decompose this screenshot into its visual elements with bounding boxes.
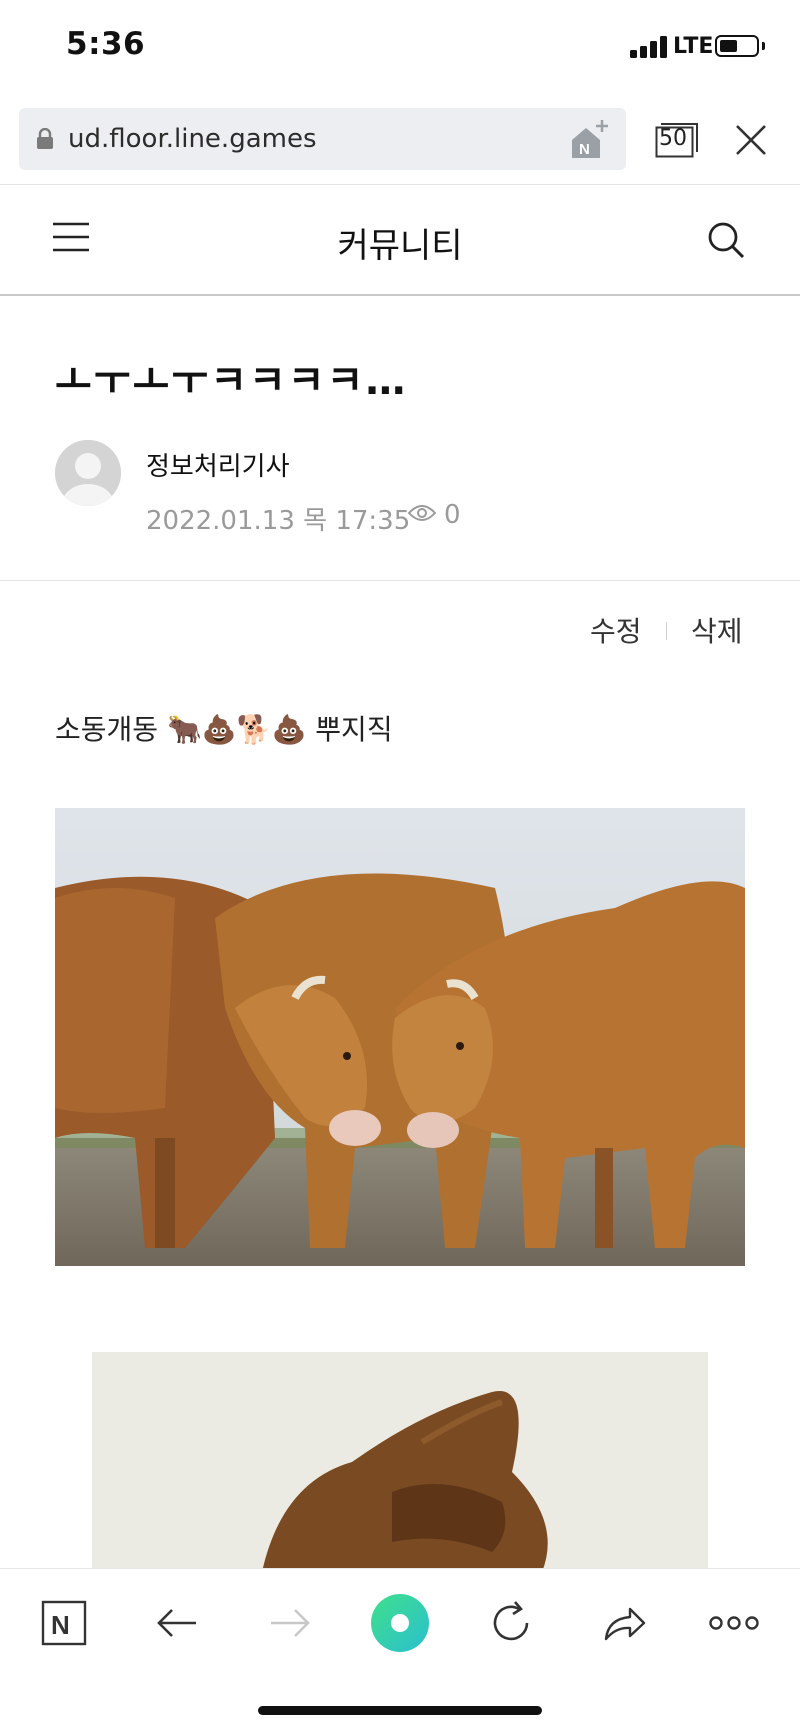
search-icon[interactable]	[706, 220, 746, 260]
lock-icon	[37, 128, 53, 149]
more-icon[interactable]	[704, 1593, 764, 1653]
back-arrow-icon[interactable]	[148, 1593, 208, 1653]
plush-photo	[92, 1352, 708, 1572]
home-indicator	[258, 1706, 542, 1715]
battery-icon	[715, 35, 759, 57]
delete-button[interactable]: 삭제	[691, 610, 743, 650]
post-date: 2022.01.13 목 17:35	[146, 506, 411, 536]
cow-photo	[55, 808, 745, 1266]
reload-icon[interactable]	[481, 1593, 541, 1653]
view-count: 0	[444, 500, 461, 530]
tab-count: 50	[659, 126, 687, 151]
battery-tip	[762, 42, 765, 50]
network-type: LTE	[673, 34, 714, 59]
header-divider	[0, 294, 800, 296]
avatar[interactable]	[55, 440, 121, 506]
green-dot-icon[interactable]	[370, 1593, 430, 1653]
svg-text:N: N	[51, 1610, 70, 1640]
add-home-icon[interactable]: N	[568, 118, 612, 162]
post-body: 소동개동 🐂💩🐕💩 뿌지직	[55, 713, 393, 746]
status-time: 5:36	[66, 26, 146, 62]
action-separator	[666, 622, 667, 640]
signal-icon	[630, 36, 670, 58]
author-name[interactable]: 정보처리기사	[146, 446, 290, 483]
naver-icon[interactable]: N	[34, 1593, 94, 1653]
edit-button[interactable]: 수정	[590, 610, 642, 650]
tabs-button[interactable]: 50	[655, 122, 699, 158]
eye-icon	[407, 505, 437, 521]
svg-text:N: N	[579, 141, 590, 158]
forward-arrow-icon[interactable]	[259, 1593, 319, 1653]
url-text[interactable]: ud.floor.line.games	[68, 124, 317, 154]
page-title: 커뮤니티	[337, 226, 463, 266]
meta-divider	[0, 580, 800, 581]
share-icon[interactable]	[594, 1593, 654, 1653]
top-divider	[0, 184, 800, 185]
close-icon[interactable]	[733, 122, 769, 158]
post-title: ㅗㅜㅗㅜㅋㅋㅋㅋ…	[55, 358, 408, 404]
